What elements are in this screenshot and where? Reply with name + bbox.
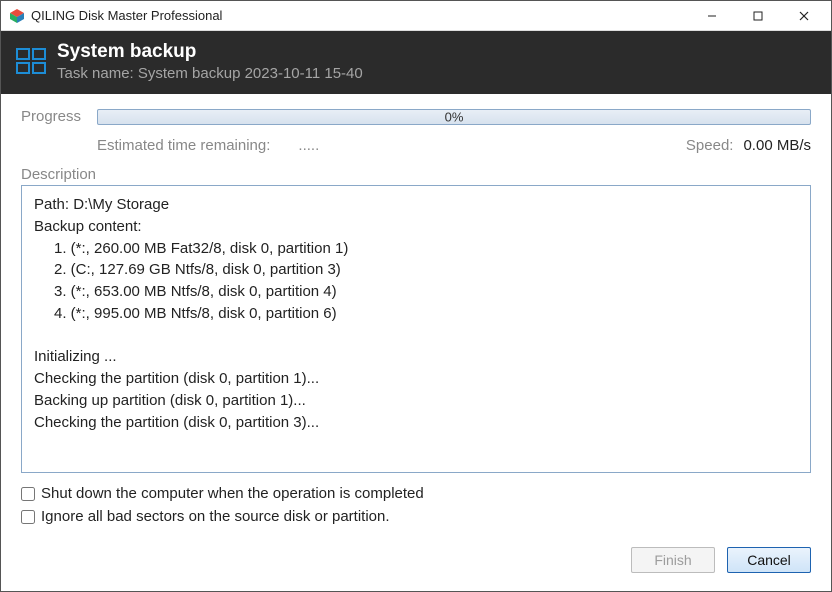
task-name-line: Task name: System backup 2023-10-11 15-4… [57,65,363,82]
description-box: Path: D:\My Storage Backup content: 1. (… [21,185,811,473]
estimated-time-value: ..... [298,137,319,154]
content-header: Backup content: [34,216,798,238]
log-line: Checking the partition (disk 0, partitio… [34,368,798,390]
window-controls [689,2,827,30]
app-window: QILING Disk Master Professional System b… [0,0,832,592]
description-label: Description [21,166,811,183]
maximize-button[interactable] [735,2,781,30]
speed-label: Speed: [686,137,734,154]
backup-item: 3. (*:, 653.00 MB Ntfs/8, disk 0, partit… [34,281,798,303]
header: System backup Task name: System backup 2… [1,31,831,94]
progress-bar: 0% [97,109,811,125]
finish-button: Finish [631,547,715,573]
task-name: System backup 2023-10-11 15-40 [138,65,363,82]
log-line: Backing up partition (disk 0, partition … [34,390,798,412]
grid-icon [15,45,47,77]
footer: Finish Cancel [1,539,831,591]
shutdown-label: Shut down the computer when the operatio… [41,485,424,502]
backup-item: 1. (*:, 260.00 MB Fat32/8, disk 0, parti… [34,238,798,260]
ignore-bad-checkbox[interactable] [21,510,35,524]
app-title: QILING Disk Master Professional [31,8,689,23]
backup-item: 2. (C:, 127.69 GB Ntfs/8, disk 0, partit… [34,259,798,281]
progress-label: Progress [21,108,97,125]
task-prefix: Task name: [57,65,134,82]
app-icon [9,8,25,24]
backup-item: 4. (*:, 995.00 MB Ntfs/8, disk 0, partit… [34,303,798,325]
page-title: System backup [57,41,363,63]
cancel-button[interactable]: Cancel [727,547,811,573]
close-button[interactable] [781,2,827,30]
titlebar: QILING Disk Master Professional [1,1,831,31]
log-line: Initializing ... [34,346,798,368]
path-line: Path: D:\My Storage [34,194,798,216]
log-line: Checking the partition (disk 0, partitio… [34,412,798,434]
speed-value: 0.00 MB/s [743,137,811,154]
shutdown-checkbox-row[interactable]: Shut down the computer when the operatio… [21,485,811,502]
minimize-button[interactable] [689,2,735,30]
ignore-bad-checkbox-row[interactable]: Ignore all bad sectors on the source dis… [21,508,811,525]
estimated-time-label: Estimated time remaining: [97,137,270,154]
shutdown-checkbox[interactable] [21,487,35,501]
progress-percent: 0% [445,109,464,124]
ignore-bad-label: Ignore all bad sectors on the source dis… [41,508,390,525]
